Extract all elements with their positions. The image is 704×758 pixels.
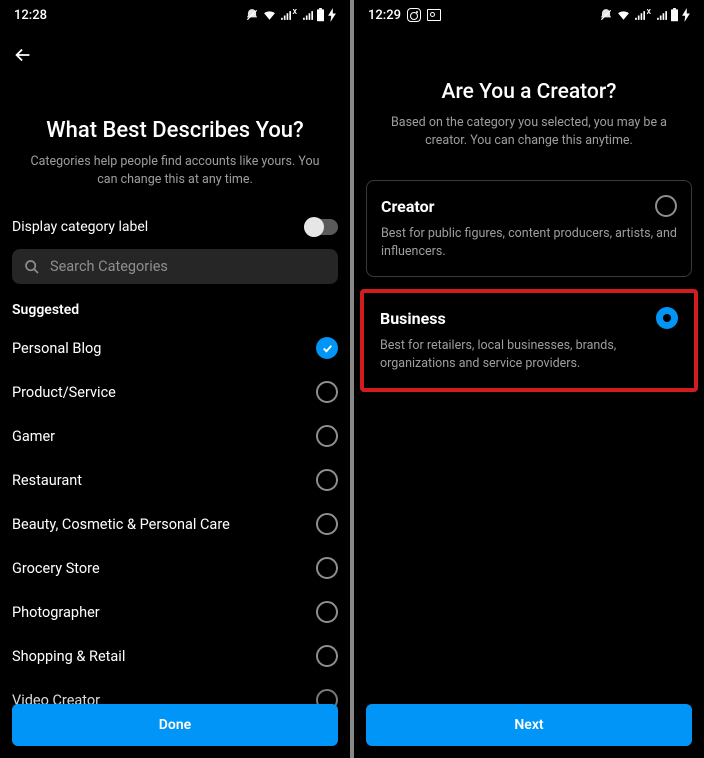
wifi-icon xyxy=(262,9,277,21)
radio-empty-icon xyxy=(316,425,338,447)
category-label: Product/Service xyxy=(12,384,116,401)
page-title: Are You a Creator? xyxy=(354,80,704,104)
signal-icon xyxy=(280,10,291,21)
option-title: Business xyxy=(380,309,446,328)
category-item[interactable]: Product/Service xyxy=(12,370,338,414)
category-item[interactable]: Personal Blog xyxy=(12,326,338,370)
instagram-icon xyxy=(407,8,421,22)
category-label: Beauty, Cosmetic & Personal Care xyxy=(12,516,230,533)
radio-empty-icon xyxy=(316,469,338,491)
page-subtitle: Based on the category you selected, you … xyxy=(354,104,704,150)
option-desc: Best for public figures, content produce… xyxy=(381,225,677,260)
signal2-icon xyxy=(656,10,667,21)
radio-empty-icon xyxy=(316,645,338,667)
category-label: Restaurant xyxy=(12,472,82,489)
category-label-toggle[interactable] xyxy=(304,219,338,235)
page-title: What Best Describes You? xyxy=(0,118,350,143)
category-item[interactable]: Shopping & Retail xyxy=(12,634,338,678)
option-creator[interactable]: Creator Best for public figures, content… xyxy=(366,180,692,277)
status-time: 12:28 xyxy=(14,8,47,23)
status-icons: x xyxy=(599,8,690,22)
page-subtitle: Categories help people find accounts lik… xyxy=(0,143,350,189)
highlight-box: Business Best for retailers, local busin… xyxy=(360,289,698,392)
category-item[interactable]: Restaurant xyxy=(12,458,338,502)
battery-icon xyxy=(670,8,679,22)
radio-empty-icon xyxy=(316,601,338,623)
option-business[interactable]: Business Best for retailers, local busin… xyxy=(370,299,688,382)
search-placeholder: Search Categories xyxy=(50,258,168,275)
category-item[interactable]: Gamer xyxy=(12,414,338,458)
charging-icon xyxy=(682,8,690,22)
status-icons: x xyxy=(245,8,336,22)
toggle-label: Display category label xyxy=(12,219,148,235)
radio-empty-icon xyxy=(655,195,677,217)
radio-selected-icon xyxy=(316,337,338,359)
option-title: Creator xyxy=(381,197,434,216)
signal-icon xyxy=(634,10,645,21)
category-item[interactable]: Photographer xyxy=(12,590,338,634)
dnd-icon xyxy=(599,8,613,22)
search-icon xyxy=(24,259,40,275)
radio-empty-icon xyxy=(316,513,338,535)
category-item[interactable]: Beauty, Cosmetic & Personal Care xyxy=(12,502,338,546)
done-button[interactable]: Done xyxy=(12,704,338,746)
category-label: Grocery Store xyxy=(12,560,100,577)
radio-empty-icon xyxy=(316,557,338,579)
category-label: Shopping & Retail xyxy=(12,648,125,665)
next-button[interactable]: Next xyxy=(366,704,692,746)
category-label: Gamer xyxy=(12,428,55,445)
category-label: Photographer xyxy=(12,604,100,621)
battery-icon xyxy=(316,8,325,22)
status-time: 12:29 xyxy=(368,8,401,23)
category-item[interactable]: Grocery Store xyxy=(12,546,338,590)
dnd-icon xyxy=(245,8,259,22)
category-label: Personal Blog xyxy=(12,340,101,357)
suggested-label: Suggested xyxy=(12,302,338,318)
category-list: Personal Blog Product/Service Gamer Rest… xyxy=(12,326,338,722)
screen-creator: 12:29 x Are You a Creator? Based on the … xyxy=(354,0,704,758)
search-input[interactable]: Search Categories xyxy=(12,249,338,284)
status-bar: 12:28 x xyxy=(0,0,350,30)
signal2-icon xyxy=(302,10,313,21)
radio-selected-icon xyxy=(656,307,678,329)
picture-icon xyxy=(427,9,441,21)
option-desc: Best for retailers, local businesses, br… xyxy=(380,337,678,372)
status-bar: 12:29 x xyxy=(354,0,704,30)
back-icon[interactable] xyxy=(12,44,34,66)
screen-category: 12:28 x What Best Describes You? Categor… xyxy=(0,0,350,758)
radio-empty-icon xyxy=(316,381,338,403)
wifi-icon xyxy=(616,9,631,21)
charging-icon xyxy=(328,8,336,22)
